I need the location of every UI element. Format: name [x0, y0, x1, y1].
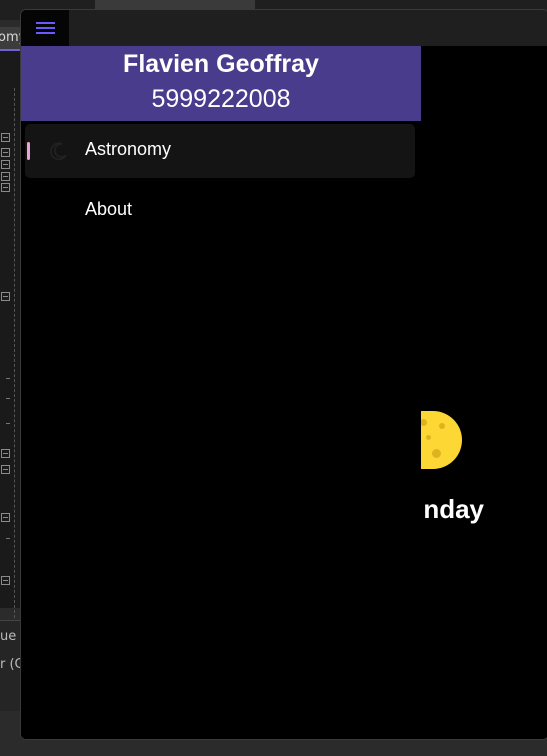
app-window: nday Flavien Geoffray 5999222008 Astrono… [20, 9, 547, 740]
gutter-tick [6, 398, 10, 399]
user-number: 5999222008 [151, 85, 291, 113]
nav-item-astronomy[interactable]: Astronomy [25, 124, 415, 178]
fold-icon[interactable] [1, 449, 10, 458]
gutter-guide-line [14, 88, 15, 618]
ide-bottom-text: r (C [0, 657, 20, 672]
fold-icon[interactable] [1, 183, 10, 192]
nav-item-label: Astronomy [85, 139, 172, 159]
ide-side-tab[interactable]: omy [0, 27, 20, 49]
ide-tab-strip [95, 0, 255, 9]
fold-icon[interactable] [1, 513, 10, 522]
ide-bottom-text: ue [0, 629, 17, 644]
menu-button[interactable] [21, 10, 69, 46]
nav-item-label: About [85, 199, 133, 219]
fold-icon[interactable] [1, 292, 10, 301]
fold-icon[interactable] [1, 160, 10, 169]
ide-editor-gutter [0, 28, 20, 618]
fold-icon[interactable] [1, 148, 10, 157]
fold-icon[interactable] [1, 133, 10, 142]
ide-tab-accent [0, 49, 20, 51]
fold-icon[interactable] [1, 576, 10, 585]
fold-icon[interactable] [1, 465, 10, 474]
user-name: Flavien Geoffray [123, 50, 319, 78]
moon-icon [50, 142, 67, 161]
nav-item-about[interactable]: About [25, 184, 415, 238]
fold-icon[interactable] [1, 172, 10, 181]
app-title-bar [21, 10, 547, 46]
selection-indicator [27, 142, 30, 160]
gutter-tick [6, 378, 10, 379]
ide-side-tab-label: omy [0, 30, 20, 45]
gutter-tick [6, 538, 10, 539]
gutter-tick [6, 423, 10, 424]
ide-bottom-panel: ue r (C [0, 620, 20, 711]
hamburger-icon [35, 22, 55, 34]
navigation-drawer: Flavien Geoffray 5999222008 Astronomy Ab… [21, 46, 421, 739]
drawer-header: Flavien Geoffray 5999222008 [21, 46, 421, 121]
